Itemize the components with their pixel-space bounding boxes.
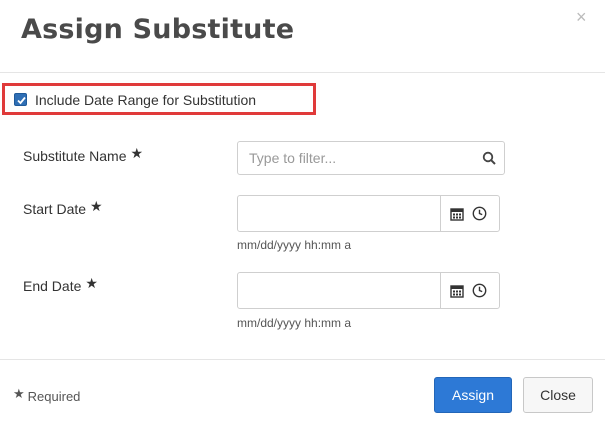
assign-button[interactable]: Assign [434, 377, 512, 413]
input-divider [440, 273, 441, 308]
calendar-icon[interactable] [450, 207, 464, 221]
search-icon[interactable] [482, 151, 497, 166]
required-star-icon: ★ [13, 386, 25, 401]
start-date-format-hint: mm/dd/yyyy hh:mm a [237, 238, 352, 252]
assign-substitute-dialog: Assign Substitute × Include Date Range f… [0, 0, 605, 427]
close-button[interactable]: Close [523, 377, 593, 413]
start-date-input[interactable] [237, 195, 500, 232]
substitute-name-text: Substitute Name [23, 148, 127, 164]
required-text: Required [27, 389, 81, 404]
include-date-range-checkbox[interactable] [14, 93, 27, 106]
required-star-icon: ★ [90, 198, 103, 214]
end-date-input[interactable] [237, 272, 500, 309]
dialog-footer: ★ Required [0, 359, 605, 428]
include-date-range-label: Include Date Range for Substitution [35, 92, 257, 108]
input-divider [440, 196, 441, 231]
clock-icon[interactable] [472, 283, 487, 298]
clock-icon[interactable] [472, 206, 487, 221]
required-note: ★ Required [13, 386, 81, 405]
calendar-icon[interactable] [450, 284, 464, 298]
end-date-label: End Date ★ [23, 275, 98, 295]
required-star-icon: ★ [85, 275, 98, 291]
dialog-title: Assign Substitute [21, 14, 295, 45]
substitute-name-input[interactable]: Type to filter... [237, 141, 505, 175]
checkmark-icon [17, 96, 26, 105]
required-star-icon: ★ [130, 145, 144, 161]
start-date-label: Start Date ★ [23, 198, 103, 218]
substitute-name-placeholder: Type to filter... [249, 150, 337, 166]
start-date-text: Start Date [23, 201, 87, 217]
dialog-header: Assign Substitute × [0, 0, 605, 73]
close-icon[interactable]: × [576, 8, 587, 26]
end-date-text: End Date [23, 278, 82, 294]
end-date-format-hint: mm/dd/yyyy hh:mm a [237, 316, 352, 330]
substitute-name-label: Substitute Name ★ [23, 145, 144, 165]
